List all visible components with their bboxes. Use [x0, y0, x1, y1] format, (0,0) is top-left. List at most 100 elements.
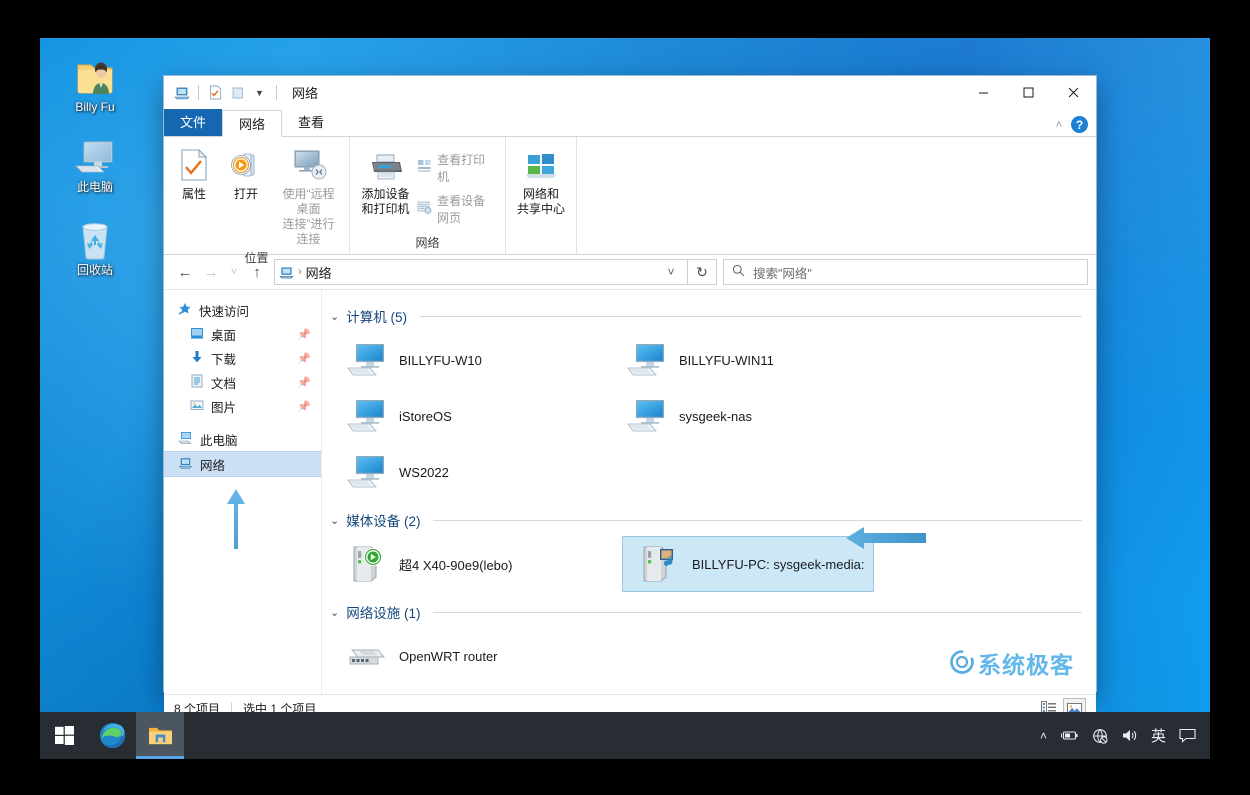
desktop-icon-label: 此电脑	[76, 180, 113, 194]
star-icon	[178, 302, 192, 319]
taskbar-buttons[interactable]	[40, 712, 184, 759]
chevron-down-icon[interactable]: ⌄	[330, 310, 339, 323]
list-item[interactable]: sysgeek-nas	[610, 388, 890, 444]
system-tray[interactable]: ˄ 英	[1040, 725, 1210, 746]
address-dropdown-icon[interactable]: ˅	[659, 261, 683, 283]
sidebar-item-network[interactable]: 网络	[164, 451, 321, 477]
item-name: 超4 X40-90e9(lebo)	[399, 557, 513, 573]
volume-icon[interactable]	[1121, 728, 1138, 743]
properties-icon[interactable]	[207, 84, 224, 101]
notification-icon[interactable]	[1179, 728, 1196, 743]
network-icon[interactable]	[173, 84, 190, 101]
ime-indicator[interactable]: 英	[1151, 725, 1166, 746]
content-pane[interactable]: ⌄ 计算机 (5) BILLYFU-W10 BILLYFU-WIN11 iSto…	[322, 290, 1096, 694]
list-item[interactable]: OpenWRT router	[330, 628, 610, 684]
view-printers-button[interactable]: 查看打印机	[417, 151, 501, 185]
chevron-down-icon[interactable]: ▼	[251, 84, 268, 101]
address-bar-right[interactable]: ˅	[659, 261, 683, 283]
ribbon[interactable]: 属性 打开 使用“远程桌面 连接”进行连接 位置 添加设备 和打印机 查看打印机…	[164, 137, 1096, 265]
network-icon[interactable]	[1092, 728, 1108, 744]
tab-view[interactable]: 查看	[282, 109, 340, 136]
chevron-down-icon[interactable]: ⌄	[330, 606, 339, 619]
tab-network[interactable]: 网络	[222, 110, 283, 137]
remote-desktop-icon	[289, 145, 329, 185]
sidebar-item-desktop[interactable]: 桌面 📌	[164, 322, 321, 346]
ribbon-group-network-body: 添加设备 和打印机 查看打印机 查看设备网页	[350, 137, 505, 234]
toolbar-divider	[198, 85, 199, 100]
refresh-button[interactable]: ↻	[688, 259, 717, 285]
printer-icon	[368, 145, 404, 185]
item-name: BILLYFU-W10	[399, 352, 482, 368]
quick-access-toolbar[interactable]: ▼ 网络	[164, 83, 318, 102]
sidebar-item-label: 网络	[200, 458, 226, 473]
list-item-selected[interactable]: BILLYFU-PC: sysgeek-media:	[622, 536, 874, 592]
breadcrumb-separator[interactable]: ›	[298, 266, 302, 278]
collapse-ribbon-icon[interactable]: ˄	[1056, 119, 1062, 131]
desktop-icon-label: 回收站	[76, 263, 113, 277]
minimize-button[interactable]	[961, 76, 1006, 109]
ribbon-group-location-name: 位置	[244, 251, 269, 265]
tab-file[interactable]: 文件	[164, 109, 223, 136]
list-item[interactable]: WS2022	[330, 444, 610, 500]
ribbon-group-sharing: 网络和 共享中心	[506, 137, 577, 254]
file-explorer-window[interactable]: ▼ 网络 文件 网络 查看 ˄ ? 属性 打开 使用“远程桌面 连接”进行连接 …	[163, 75, 1097, 721]
new-folder-icon[interactable]	[229, 84, 246, 101]
pin-icon[interactable]: 📌	[297, 376, 311, 389]
battery-icon[interactable]	[1060, 729, 1079, 742]
router-icon	[344, 633, 390, 679]
add-device-and-printer-button[interactable]: 添加设备 和打印机	[354, 143, 417, 219]
ribbon-group-sharing-body: 网络和 共享中心	[506, 137, 576, 234]
taskbar[interactable]: ˄ 英	[40, 712, 1210, 759]
ribbon-tabs[interactable]: 文件 网络 查看 ˄ ?	[164, 109, 1096, 137]
media-device-icon	[344, 541, 390, 587]
item-name: BILLYFU-WIN11	[679, 352, 774, 368]
window-controls[interactable]	[961, 76, 1096, 109]
help-icon[interactable]: ?	[1071, 116, 1088, 133]
maximize-button[interactable]	[1006, 76, 1051, 109]
desktop-icon	[190, 326, 204, 343]
this-pc-icon	[178, 431, 193, 448]
desktop-icon-recycle-bin[interactable]: 回收站	[52, 213, 138, 277]
sidebar-item-documents[interactable]: 文档 📌	[164, 370, 321, 394]
list-item[interactable]: BILLYFU-WIN11	[610, 332, 890, 388]
start-button[interactable]	[40, 712, 88, 759]
file-explorer-button[interactable]	[136, 712, 184, 759]
list-item[interactable]: 超4 X40-90e9(lebo)	[330, 536, 610, 592]
view-device-webpage-button[interactable]: 查看设备网页	[417, 192, 501, 226]
remote-desktop-connect-button[interactable]: 使用“远程桌面 连接”进行连接	[272, 143, 345, 249]
group-header-media-devices[interactable]: ⌄ 媒体设备 (2)	[330, 510, 1082, 530]
remote-desktop-label: 使用“远程桌面 连接”进行连接	[282, 187, 335, 246]
navigation-pane[interactable]: 快速访问 桌面 📌 下载 📌 文档 📌 图片 📌 此电脑 网络	[164, 290, 322, 694]
chevron-down-icon[interactable]: ⌄	[330, 514, 339, 527]
properties-button[interactable]: 属性	[168, 143, 220, 204]
close-button[interactable]	[1051, 76, 1096, 109]
sidebar-item-quick-access[interactable]: 快速访问	[164, 298, 321, 322]
window-body: 快速访问 桌面 📌 下载 📌 文档 📌 图片 📌 此电脑 网络 ⌄ 计算机 (5…	[164, 289, 1096, 694]
group-header-computers[interactable]: ⌄ 计算机 (5)	[330, 306, 1082, 326]
pin-icon[interactable]: 📌	[297, 328, 311, 341]
tray-overflow-icon[interactable]: ˄	[1040, 729, 1047, 743]
pin-icon[interactable]: 📌	[297, 400, 311, 413]
search-input[interactable]: 搜索"网络"	[753, 263, 812, 282]
item-name: WS2022	[399, 464, 449, 480]
list-item[interactable]: iStoreOS	[330, 388, 610, 444]
desktop-icon-user-folder[interactable]: Billy Fu	[52, 50, 138, 114]
desktop-icon-this-pc[interactable]: 此电脑	[52, 130, 138, 194]
group-divider	[433, 519, 1082, 521]
search-box[interactable]: 搜索"网络"	[723, 259, 1088, 285]
list-item[interactable]: BILLYFU-W10	[330, 332, 610, 388]
ribbon-filler	[577, 137, 1096, 254]
open-button[interactable]: 打开	[220, 143, 272, 204]
network-and-sharing-center-button[interactable]: 网络和 共享中心	[510, 143, 572, 219]
screen: Billy Fu 此电脑 回收站 ▼ 网络 文件 网络 查看 ˄ ? 属性 打开…	[0, 0, 1250, 795]
group-header-network-infrastructure[interactable]: ⌄ 网络设施 (1)	[330, 602, 1082, 622]
title-bar[interactable]: ▼ 网络	[164, 76, 1096, 109]
sidebar-item-downloads[interactable]: 下载 📌	[164, 346, 321, 370]
ribbon-tabs-right[interactable]: ˄ ?	[1056, 116, 1088, 133]
sidebar-item-pictures[interactable]: 图片 📌	[164, 394, 321, 418]
view-printers-label: 查看打印机	[437, 153, 486, 184]
edge-button[interactable]	[88, 712, 136, 759]
sidebar-item-this-pc[interactable]: 此电脑	[164, 427, 321, 451]
pin-icon[interactable]: 📌	[297, 352, 311, 365]
